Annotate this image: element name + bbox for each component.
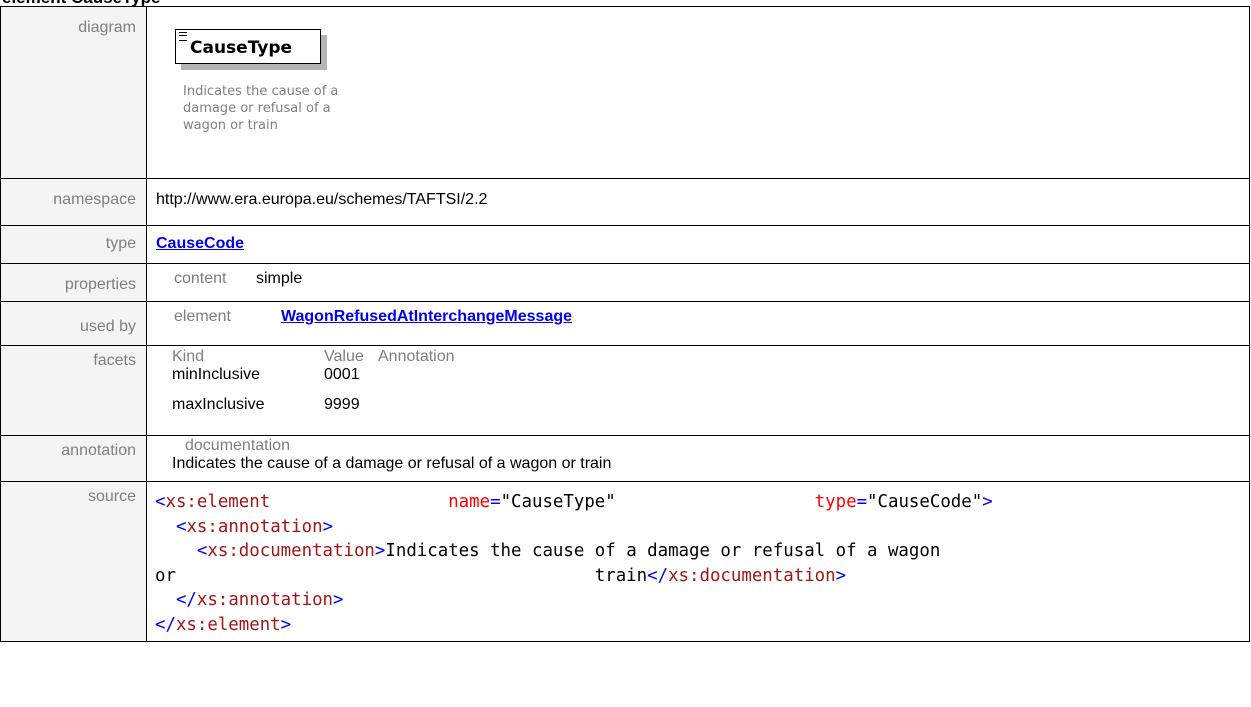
row-diagram: diagram CauseType Indicates the cause of… [0, 6, 1250, 179]
row-facets: facets Kind Value Annotation minInclusiv… [0, 345, 1250, 436]
row-properties: properties content simple [0, 263, 1250, 302]
row-type: type CauseCode [0, 225, 1250, 264]
properties-cell: content simple [146, 263, 1250, 302]
used-by-key: element [174, 308, 231, 325]
properties-value: simple [256, 270, 303, 287]
label-namespace: namespace [0, 178, 147, 226]
annotation-text: Indicates the cause of a damage or refus… [172, 455, 612, 472]
row-annotation: annotation documentation Indicates the c… [0, 435, 1250, 482]
row-namespace: namespace http://www.era.europa.eu/schem… [0, 178, 1250, 226]
facets-header: Kind Value Annotation [172, 348, 455, 365]
label-source: source [0, 481, 147, 642]
properties-key: content [174, 270, 227, 287]
label-annotation: annotation [0, 435, 147, 482]
element-diagram-box[interactable]: CauseType [175, 29, 327, 70]
source-cell: <xs:element name="CauseType" type="Cause… [146, 481, 1250, 642]
label-properties: properties [0, 263, 147, 302]
label-facets: facets [0, 345, 147, 436]
used-by-link[interactable]: WagonRefusedAtInterchangeMessage [281, 308, 572, 326]
label-diagram: diagram [0, 6, 147, 179]
label-type: type [0, 225, 147, 264]
diagram-doc-text: Indicates the cause of a damage or refus… [183, 84, 339, 133]
facets-cell: Kind Value Annotation minInclusive 0001 … [146, 345, 1250, 436]
sequence-lines-icon [179, 32, 187, 41]
used-by-cell: element WagonRefusedAtInterchangeMessage [146, 301, 1250, 346]
facet-row: maxInclusive 9999 [172, 396, 360, 413]
diagram-cell: CauseType Indicates the cause of a damag… [146, 6, 1250, 179]
schema-doc-table: diagram CauseType Indicates the cause of… [0, 6, 1250, 642]
namespace-value: http://www.era.europa.eu/schemes/TAFTSI/… [146, 178, 1250, 226]
label-used-by: used by [0, 301, 147, 346]
row-source: source <xs:element name="CauseType" type… [0, 481, 1250, 642]
diagram-element-name: CauseType [190, 38, 293, 58]
annotation-key: documentation [185, 437, 290, 454]
type-link[interactable]: CauseCode [156, 235, 244, 252]
annotation-cell: documentation Indicates the cause of a d… [146, 435, 1250, 482]
source-code: <xs:element name="CauseType" type="Cause… [155, 492, 993, 635]
row-used-by: used by element WagonRefusedAtInterchang… [0, 301, 1250, 346]
diagram-element: CauseType [175, 29, 321, 64]
type-cell: CauseCode [146, 225, 1250, 264]
facet-row: minInclusive 0001 [172, 366, 360, 383]
